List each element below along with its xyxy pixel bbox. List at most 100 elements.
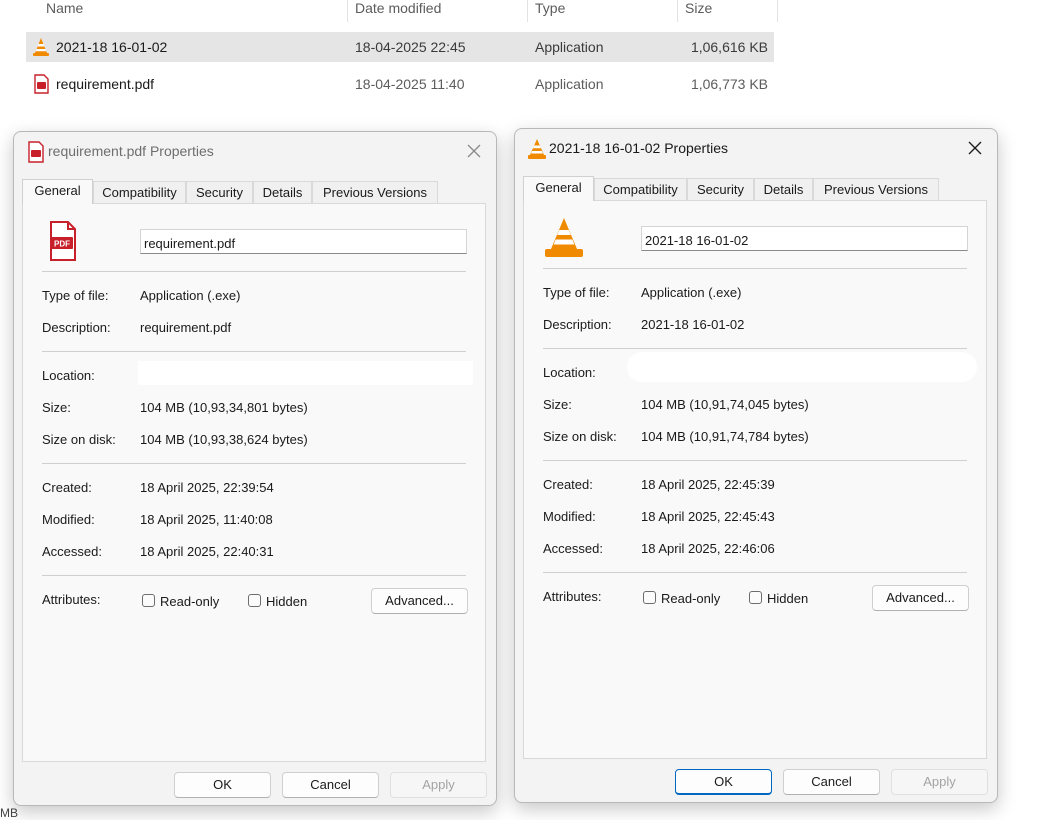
column-divider[interactable] [777, 0, 778, 22]
modified-value: 18 April 2025, 22:45:43 [641, 509, 775, 524]
description-value: 2021-18 16-01-02 [641, 317, 745, 332]
hidden-label[interactable]: Hidden [767, 591, 808, 606]
advanced-button[interactable]: Advanced... [371, 588, 468, 614]
tab-security[interactable]: Security [186, 181, 253, 203]
close-button[interactable] [961, 135, 989, 161]
file-size: 1,06,616 KB [690, 39, 768, 55]
file-name: 2021-18 16-01-02 [56, 39, 168, 55]
accessed-value: 18 April 2025, 22:46:06 [641, 541, 775, 556]
divider [543, 268, 967, 269]
hidden-checkbox[interactable] [248, 594, 261, 607]
column-header-type[interactable]: Type [535, 0, 565, 18]
properties-dialog-requirement-pdf: requirement.pdf Properties General Compa… [13, 131, 497, 806]
apply-button[interactable]: Apply [390, 772, 487, 798]
divider [543, 460, 967, 461]
created-value: 18 April 2025, 22:45:39 [641, 477, 775, 492]
dialog-title: requirement.pdf Properties [48, 143, 214, 159]
pdf-file-icon [32, 74, 50, 94]
modified-label: Modified: [543, 509, 596, 524]
close-icon [968, 141, 982, 155]
file-date-modified: 18-04-2025 22:45 [355, 39, 466, 55]
file-size: 1,06,773 KB [690, 76, 768, 92]
tab-general[interactable]: General [523, 176, 594, 201]
vlc-cone-icon [542, 216, 586, 258]
type-of-file-value: Application (.exe) [140, 288, 241, 303]
accessed-label: Accessed: [543, 541, 603, 556]
divider [42, 271, 466, 272]
size-value: 104 MB (10,91,74,045 bytes) [641, 397, 809, 412]
size-label: Size: [42, 400, 71, 415]
size-on-disk-label: Size on disk: [42, 432, 116, 447]
column-header-size[interactable]: Size [685, 0, 712, 18]
accessed-label: Accessed: [42, 544, 102, 559]
tab-compatibility[interactable]: Compatibility [594, 178, 687, 200]
file-row-2021-18-16-01-02[interactable]: 2021-18 16-01-02 18-04-2025 22:45 Applic… [26, 32, 774, 62]
created-label: Created: [42, 480, 92, 495]
divider [543, 348, 967, 349]
advanced-button[interactable]: Advanced... [872, 585, 969, 611]
status-fragment: MB [0, 806, 18, 820]
pdf-file-icon [26, 141, 46, 163]
file-name: requirement.pdf [56, 76, 155, 92]
column-divider[interactable] [677, 0, 678, 22]
close-button[interactable] [460, 138, 488, 164]
location-label: Location: [543, 365, 596, 380]
ok-button[interactable]: OK [675, 769, 772, 795]
column-divider[interactable] [527, 0, 528, 22]
cancel-button[interactable]: Cancel [282, 772, 379, 798]
properties-dialog-2021-18-16-01-02: 2021-18 16-01-02 Properties General Comp… [514, 128, 998, 803]
dialog-title: 2021-18 16-01-02 Properties [549, 140, 729, 156]
attributes-label: Attributes: [543, 589, 602, 604]
ok-button[interactable]: OK [174, 772, 271, 798]
file-date-modified: 18-04-2025 11:40 [355, 76, 465, 92]
modified-label: Modified: [42, 512, 95, 527]
pdf-label: PDF [54, 240, 70, 249]
column-divider[interactable] [347, 0, 348, 22]
file-type: Application [535, 39, 604, 55]
size-on-disk-label: Size on disk: [543, 429, 617, 444]
tab-security[interactable]: Security [687, 178, 754, 200]
apply-button[interactable]: Apply [891, 769, 988, 795]
divider [42, 575, 466, 576]
hidden-checkbox[interactable] [749, 591, 762, 604]
hidden-label[interactable]: Hidden [266, 594, 307, 609]
accessed-value: 18 April 2025, 22:40:31 [140, 544, 274, 559]
tab-previous-versions[interactable]: Previous Versions [312, 181, 438, 203]
modified-value: 18 April 2025, 11:40:08 [140, 512, 273, 527]
general-tab-panel: Type of file: Application (.exe) Descrip… [523, 200, 987, 759]
read-only-label[interactable]: Read-only [160, 594, 219, 609]
size-on-disk-value: 104 MB (10,91,74,784 bytes) [641, 429, 809, 444]
file-row-requirement-pdf[interactable]: requirement.pdf 18-04-2025 11:40 Applica… [26, 69, 774, 99]
tab-details[interactable]: Details [754, 178, 813, 200]
description-label: Description: [543, 317, 612, 332]
file-name-field[interactable] [641, 226, 968, 251]
file-name-field[interactable] [140, 229, 467, 254]
file-explorer-list: Name Date modified Type Size 2021-18 16-… [0, 0, 1037, 120]
created-label: Created: [543, 477, 593, 492]
type-of-file-label: Type of file: [42, 288, 109, 303]
read-only-label[interactable]: Read-only [661, 591, 720, 606]
vlc-cone-icon [32, 37, 50, 57]
column-header-date-modified[interactable]: Date modified [355, 0, 441, 18]
read-only-checkbox[interactable] [142, 594, 155, 607]
tab-general[interactable]: General [22, 179, 93, 204]
cancel-button[interactable]: Cancel [783, 769, 880, 795]
location-value-redacted [138, 361, 473, 385]
tab-details[interactable]: Details [253, 181, 312, 203]
vlc-cone-icon [527, 138, 547, 160]
location-value-redacted [627, 352, 977, 382]
close-icon [467, 144, 481, 158]
tab-compatibility[interactable]: Compatibility [93, 181, 186, 203]
location-label: Location: [42, 368, 95, 383]
description-label: Description: [42, 320, 111, 335]
divider [543, 572, 967, 573]
size-label: Size: [543, 397, 572, 412]
column-header-name[interactable]: Name [46, 0, 83, 18]
read-only-checkbox[interactable] [643, 591, 656, 604]
created-value: 18 April 2025, 22:39:54 [140, 480, 274, 495]
type-of-file-label: Type of file: [543, 285, 610, 300]
description-value: requirement.pdf [140, 320, 232, 335]
general-tab-panel: PDF Type of file: Application (.exe) Des… [22, 203, 486, 762]
type-of-file-value: Application (.exe) [641, 285, 742, 300]
tab-previous-versions[interactable]: Previous Versions [813, 178, 939, 200]
